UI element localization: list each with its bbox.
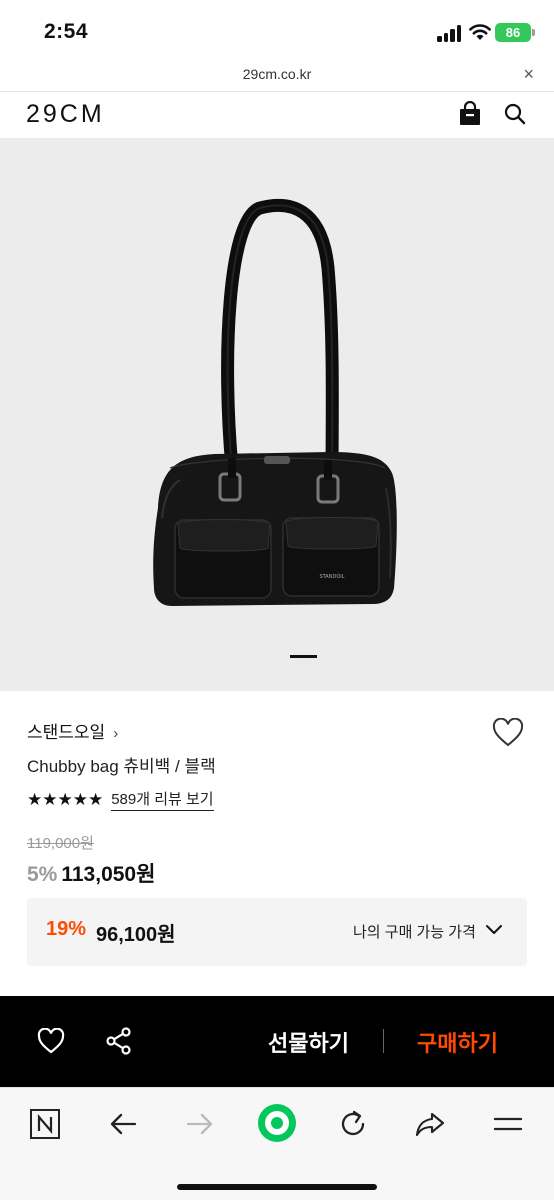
wifi-icon xyxy=(469,24,491,40)
star-rating: ★★★★★ xyxy=(27,789,104,809)
image-pager-indicator[interactable] xyxy=(290,655,317,658)
heart-icon[interactable] xyxy=(37,1028,65,1054)
app-header: 29CM xyxy=(0,92,554,138)
discount-percent: 5% xyxy=(27,863,58,886)
naver-icon[interactable] xyxy=(29,1108,61,1140)
browser-toolbar xyxy=(0,1087,554,1200)
product-name: Chubby bag 츄비백 / 블랙 xyxy=(27,757,216,776)
status-bar: 2:54 86 xyxy=(0,0,554,62)
review-link[interactable]: 589개 리뷰 보기 xyxy=(111,788,214,811)
chevron-down-icon[interactable] xyxy=(485,924,503,936)
logo[interactable]: 29CM xyxy=(26,100,105,129)
product-image[interactable]: STANDOIL xyxy=(0,138,554,691)
forward-arrow-icon[interactable] xyxy=(184,1108,216,1140)
brand-name[interactable]: 스탠드오일 xyxy=(27,723,105,742)
sale-price-row: 5% 113,050원 xyxy=(27,858,155,888)
battery-icon: 86 xyxy=(495,23,531,42)
divider xyxy=(383,1029,384,1053)
my-price-percent: 19% xyxy=(46,918,87,940)
gift-button[interactable]: 선물하기 xyxy=(268,1026,349,1058)
chevron-right-icon: › xyxy=(113,725,119,742)
heart-icon[interactable] xyxy=(492,718,524,748)
share-arrow-icon[interactable] xyxy=(414,1108,446,1140)
status-time: 2:54 xyxy=(44,20,89,43)
my-price-value: 96,100원 xyxy=(96,924,176,946)
url-bar[interactable]: 29cm.co.kr × xyxy=(0,62,554,92)
home-dot-icon[interactable] xyxy=(257,1103,297,1143)
share-icon[interactable] xyxy=(106,1027,132,1055)
search-icon[interactable] xyxy=(503,102,527,126)
my-price-label: 나의 구매 가능 가격 xyxy=(353,924,476,941)
battery-nub xyxy=(532,29,535,36)
shopping-bag-icon[interactable] xyxy=(458,101,482,127)
my-price-dropdown[interactable]: 19% 96,100원 나의 구매 가능 가격 xyxy=(27,898,527,966)
purchase-action-bar: 선물하기 구매하기 xyxy=(0,996,554,1087)
bag-illustration: STANDOIL xyxy=(153,199,397,606)
bag-brand-stamp: STANDOIL xyxy=(319,574,344,580)
buy-button[interactable]: 구매하기 xyxy=(417,1026,498,1058)
brand-link[interactable]: 스탠드오일 › xyxy=(27,718,118,743)
original-price: 119,000원 xyxy=(27,835,94,852)
close-icon[interactable]: × xyxy=(523,64,534,85)
refresh-icon[interactable] xyxy=(337,1108,369,1140)
back-arrow-icon[interactable] xyxy=(107,1108,139,1140)
menu-icon[interactable] xyxy=(492,1108,524,1140)
signal-icon xyxy=(437,24,463,42)
sale-price: 113,050원 xyxy=(61,863,156,886)
url-text[interactable]: 29cm.co.kr xyxy=(0,66,554,82)
battery-level: 86 xyxy=(505,25,521,40)
home-indicator xyxy=(177,1184,377,1190)
rating-row: ★★★★★ 589개 리뷰 보기 xyxy=(27,788,214,811)
